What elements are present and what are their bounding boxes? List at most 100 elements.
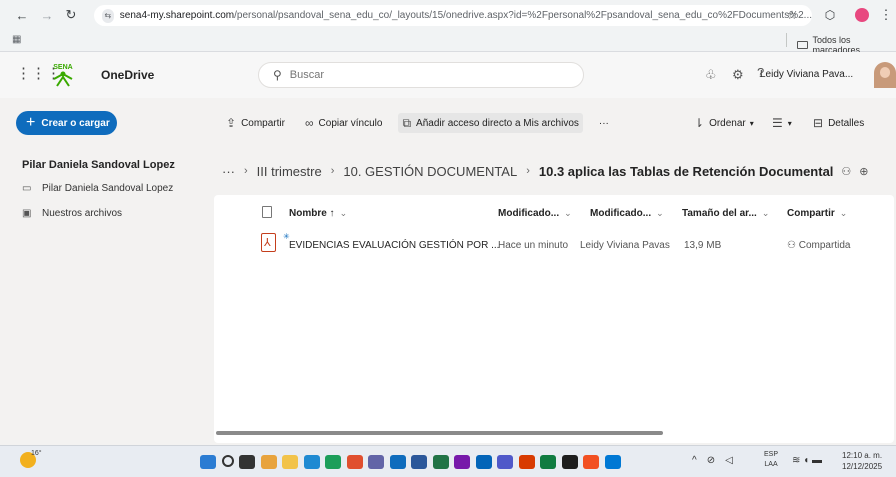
table-row[interactable]: ✳ EVIDENCIAS EVALUACIÓN GESTIÓN POR ... … [250, 230, 890, 258]
sort-label: Ordenar [709, 117, 746, 129]
reload-icon[interactable]: ↻ [61, 5, 81, 25]
more-commands-button[interactable]: ··· [595, 113, 613, 133]
help-question-icon[interactable]: ? [757, 65, 764, 80]
taskbar-apps [200, 455, 626, 469]
browser-toolbar: ← → ↻ ⇆ sena4-my.sharepoint.com /persona… [0, 0, 896, 30]
settings-gear-icon[interactable]: ⚙ [732, 67, 744, 83]
language-indicator[interactable]: ESP LAA [764, 450, 778, 470]
breadcrumb-item[interactable]: III trimestre [257, 164, 322, 179]
clock-time: 12:10 a. m. [842, 451, 883, 460]
onedrive-icon[interactable] [475, 455, 492, 469]
copy-link-button[interactable]: ∞ Copiar vínculo [301, 113, 386, 133]
back-icon[interactable]: ← [12, 5, 32, 25]
avatar-face [880, 67, 890, 78]
menu-icon[interactable]: ⋮ [876, 5, 896, 25]
chevron-down-icon: ▾ [787, 118, 792, 128]
sort-icon: ⇂ [694, 116, 705, 130]
column-header-label: Modificado... [590, 207, 652, 219]
chevron-down-icon: ⌄ [761, 207, 770, 218]
clock-date: 12/12/2025 [842, 462, 883, 471]
column-header-modified[interactable]: Modificado... ⌄ [498, 205, 572, 221]
location-icon[interactable]: ◁ [725, 455, 733, 466]
breadcrumb-overflow[interactable]: ··· [222, 164, 235, 179]
file-modified: Hace un minuto [498, 240, 569, 251]
sidebar-item-nuestros-archivos[interactable]: ▣ Nuestros archivos [22, 208, 122, 219]
clock[interactable]: 12:10 a. m. 12/12/2025 [842, 450, 882, 472]
profile-avatar[interactable] [855, 8, 869, 22]
pdf-file-icon [261, 233, 276, 252]
shared-people-icon[interactable]: ⚇ [841, 165, 851, 178]
svg-text:SENA: SENA [53, 64, 72, 71]
file-modified-by[interactable]: Leidy Viviana Pavas [580, 240, 670, 251]
teams-icon[interactable] [368, 455, 384, 469]
sort-button[interactable]: ⇂ Ordenar ▾ [694, 113, 754, 133]
photos-icon[interactable] [604, 455, 621, 469]
microphone-muted-icon[interactable]: ⊘ [707, 455, 715, 466]
file-name[interactable]: EVIDENCIAS EVALUACIÓN GESTIÓN POR ... [289, 240, 499, 251]
more-label: ··· [598, 117, 609, 129]
onenote-icon[interactable] [454, 455, 470, 469]
excel-icon[interactable] [432, 455, 449, 469]
breadcrumb: ··· › III trimestre › 10. GESTIÓN DOCUME… [222, 160, 869, 182]
edge-icon[interactable] [303, 455, 320, 469]
info-pane-icon: ⊟ [813, 116, 824, 130]
office-icon[interactable] [346, 455, 363, 469]
search-input[interactable] [289, 69, 550, 81]
widgets-icon[interactable] [260, 455, 277, 469]
forward-icon[interactable]: → [37, 5, 57, 25]
copy-link-label: Copiar vínculo [318, 117, 383, 129]
language-bottom: LAA [764, 461, 778, 468]
bookmark-star-icon[interactable]: ☆ [782, 5, 802, 25]
breadcrumb-item[interactable]: 10. GESTIÓN DOCUMENTAL [343, 164, 517, 179]
details-button[interactable]: ⊟ Detalles [813, 113, 864, 133]
weather-widget[interactable]: 16° [20, 450, 42, 470]
share-button[interactable]: ⇪ Compartir [222, 113, 289, 133]
extensions-icon[interactable]: ⬡ [820, 5, 840, 25]
sidebar-item-owner-files[interactable]: ▭ Pilar Daniela Sandoval Lopez [22, 183, 173, 194]
powerpoint-icon[interactable] [518, 455, 535, 469]
file-explorer-icon[interactable] [282, 455, 298, 469]
command-bar: ⇪ Compartir ∞ Copiar vínculo ⧉ Añadir ac… [222, 113, 625, 133]
horizontal-scrollbar[interactable] [216, 431, 663, 435]
teams-classic-icon[interactable] [497, 455, 513, 469]
site-info-icon[interactable]: ⇆ [102, 8, 114, 23]
create-upload-label: Crear o cargar [41, 117, 110, 129]
column-header-sharing[interactable]: Compartir ⌄ [787, 205, 847, 221]
app-dark-icon[interactable] [561, 455, 578, 469]
search-icon[interactable] [221, 455, 234, 467]
add-shortcut-button[interactable]: ⧉ Añadir acceso directo a Mis archivos [398, 113, 583, 133]
user-avatar[interactable] [874, 62, 896, 88]
file-sharing-status[interactable]: ⚇ Compartida [787, 240, 850, 251]
mail-icon[interactable] [389, 455, 406, 469]
app-name[interactable]: OneDrive [101, 68, 154, 82]
chevron-right-icon: › [330, 165, 335, 177]
chevron-down-icon: ▾ [749, 118, 754, 128]
column-header-size[interactable]: Tamaño del ar... ⌄ [682, 205, 769, 221]
chevron-down-icon: ⌄ [839, 207, 848, 218]
chrome-icon[interactable] [325, 455, 341, 469]
sidebar-owner-heading: Pilar Daniela Sandoval Lopez [22, 159, 175, 171]
add-shortcut-label: Añadir acceso directo a Mis archivos [416, 117, 579, 129]
user-name[interactable]: Leidy Viviana Pava... [760, 69, 853, 80]
view-options-button[interactable]: ☰ ▾ [772, 113, 792, 133]
column-header-label: Compartir [787, 207, 835, 219]
shared-library-icon: ▣ [22, 208, 32, 219]
column-header-name[interactable]: Nombre ↑ ⌄ [289, 205, 347, 221]
chevron-up-icon[interactable]: ^ [692, 455, 697, 466]
share-people-icon[interactable]: ♧ [705, 67, 717, 83]
globe-icon[interactable]: ⊕ [859, 165, 868, 178]
store-icon[interactable] [583, 455, 599, 469]
task-view-icon[interactable] [239, 455, 255, 469]
apps-icon[interactable]: ▦ [12, 34, 21, 45]
chevron-right-icon: › [526, 165, 530, 177]
app-icon[interactable] [540, 455, 556, 469]
file-type-header-icon[interactable] [262, 206, 272, 218]
start-icon[interactable] [200, 455, 216, 469]
word-icon[interactable] [411, 455, 427, 469]
search-box[interactable]: ⚲ [258, 62, 584, 88]
network-sound-battery-icons[interactable]: ≋ ◖ ▬ [792, 455, 822, 466]
column-header-modified-by[interactable]: Modificado... ⌄ [590, 205, 664, 221]
bookmarks-bar: ▦ Todos los marcadores [0, 30, 896, 55]
create-upload-button[interactable]: + Crear o cargar [16, 111, 117, 135]
address-bar[interactable]: ⇆ sena4-my.sharepoint.com /personal/psan… [94, 5, 812, 26]
